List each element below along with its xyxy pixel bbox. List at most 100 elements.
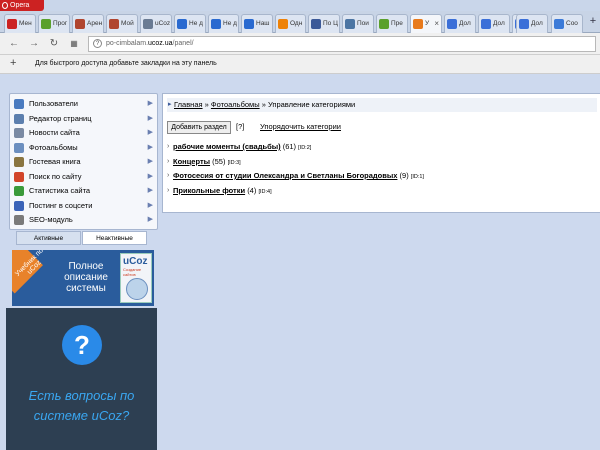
browser-tab[interactable]: Наш [241, 14, 273, 33]
u-icon [211, 19, 221, 29]
ucoz-icon [143, 19, 153, 29]
tab-active-modules[interactable]: Активные [16, 231, 81, 245]
sidebar-item-label: Постинг в соцсети [29, 200, 93, 210]
sidebar-item-label: Поиск по сайту [29, 171, 82, 181]
question-icon: ? [62, 325, 102, 365]
browser-tab-label: Одн [290, 20, 303, 27]
browser-tab[interactable]: Дол [516, 14, 548, 33]
opera-menu-label: Opera [10, 2, 30, 9]
url-path: /panel/ [172, 40, 194, 47]
u-icon [413, 19, 423, 29]
close-tab-icon[interactable]: × [434, 15, 439, 33]
browser-tab[interactable]: Дол [478, 14, 510, 33]
browser-tab[interactable]: Одн [275, 14, 306, 33]
browser-tab-label: Пре [391, 20, 403, 27]
sidebar-item[interactable]: Редактор страниц ▶ [14, 112, 155, 126]
browser-tab[interactable]: Не д [174, 14, 206, 33]
bullet-icon: › [167, 186, 170, 194]
sidebar-item[interactable]: Пользователи ▶ [14, 97, 155, 111]
browser-tab-label: Соо [566, 20, 578, 27]
browser-tab-label: Дол [493, 20, 505, 27]
diamond-icon [481, 19, 491, 29]
facebook-icon [311, 19, 321, 29]
u-icon [244, 19, 254, 29]
add-bookmark-icon[interactable]: + [10, 57, 16, 69]
forward-button[interactable]: → [28, 37, 40, 50]
sidebar-item[interactable]: Поиск по сайту ▶ [14, 170, 155, 184]
url-host: po-cimbalam. [106, 40, 149, 47]
bullet-icon: › [167, 172, 170, 179]
browser-tab[interactable]: Дол [444, 14, 476, 33]
sidebar-item[interactable]: Новости сайта ▶ [14, 126, 155, 140]
share-icon [14, 200, 24, 211]
browser-tab[interactable]: Мен [4, 14, 36, 33]
browser-tab[interactable]: По Ц [308, 14, 340, 33]
browser-tab-label: Пои [357, 20, 369, 27]
sidebar-item-label: Статистика сайта [29, 186, 91, 195]
chevron-right-icon: ▶ [147, 201, 153, 209]
diamond-icon [447, 19, 457, 29]
help-link[interactable]: [?] [236, 122, 244, 131]
sidebar-item[interactable]: Фотоальбомы ▶ [14, 141, 155, 155]
opera-menu-button[interactable]: Opera [0, 0, 44, 11]
browser-tab[interactable]: Пои [342, 14, 374, 33]
seo-icon [14, 215, 24, 225]
category-link[interactable]: Прикольные фотки [173, 186, 245, 195]
browser-tab[interactable]: Не д [208, 14, 239, 33]
opera-icon [7, 19, 17, 29]
category-row: › Фотосесия от студии Олександра и Светла… [167, 170, 424, 182]
browser-tab[interactable]: Мой [106, 14, 138, 33]
sidebar-item-label: Пользователи [29, 99, 78, 108]
browser-tab-label: Наш [256, 20, 270, 27]
sort-categories-link[interactable]: Упорядочить категории [260, 122, 341, 131]
add-section-button[interactable]: Добавить раздел [167, 121, 231, 134]
promo-box-caption: Создание сайтов [123, 267, 142, 277]
category-id: [ID:2] [298, 145, 312, 151]
browser-tab[interactable]: Соо [551, 14, 583, 33]
browser-tab[interactable]: uCoz [140, 14, 172, 33]
page-editor-icon [14, 113, 24, 124]
chevron-right-icon: ▶ [147, 114, 153, 122]
opera-logo-icon [2, 2, 8, 9]
help-banner[interactable]: ? Есть вопросы по системе uCoz? [6, 308, 157, 450]
site-info-icon[interactable]: ? [93, 39, 102, 48]
sidebar-item[interactable]: SEO-модуль ▶ [14, 213, 155, 227]
browser-tab-label: Мен [19, 20, 32, 27]
breadcrumb-photoalbums-link[interactable]: Фотоальбомы [211, 100, 260, 109]
address-toolbar: ← → ↻ ▦ ? po-cimbalam.ucoz.ua/panel/ [0, 33, 600, 55]
browser-tab-label: Дол [459, 20, 471, 27]
sidebar-item-label: Новости сайта [29, 128, 80, 137]
category-row: › Концерты (55) [ID:3] [167, 156, 241, 168]
main-panel: ▸ Главная » Фотоальбомы » Управление кат… [162, 93, 600, 213]
bullet-icon: › [167, 157, 170, 165]
sidebar-item[interactable]: Статистика сайта ▶ [14, 184, 155, 198]
tab-inactive-modules[interactable]: Неактивные [82, 231, 147, 245]
new-tab-button[interactable]: + [587, 15, 599, 27]
promo-banner[interactable]: Учебник по uCoz Полное описание системы … [12, 250, 154, 306]
chevron-right-icon: ▶ [147, 100, 153, 107]
back-button[interactable]: ← [8, 37, 20, 50]
category-row: › Прикольные фотки (4) [ID:4] [167, 185, 272, 197]
guestbook-icon [14, 157, 24, 167]
category-link[interactable]: Фотосесия от студии Олександра и Светлан… [173, 171, 397, 180]
sidebar-item-label: SEO-модуль [29, 215, 73, 224]
category-link[interactable]: Концерты [173, 157, 210, 166]
category-count: (9) [399, 171, 409, 180]
sidebar-item[interactable]: Гостевая книга ▶ [14, 155, 155, 169]
browser-tab[interactable]: Пре [376, 14, 408, 33]
browser-tab-label: uCoz [155, 20, 171, 27]
reload-button[interactable]: ↻ [48, 37, 60, 50]
browser-tab[interactable]: У × [410, 14, 442, 34]
category-link[interactable]: рабочие моменты (свадьбы) [173, 142, 281, 151]
odnoklassniki-icon [278, 19, 288, 29]
ova-icon [75, 19, 85, 29]
tab-bar: Мен Прог Арен Мой uCoz Не д Не д Наш Одн По Ц Пои П… [0, 11, 600, 34]
bookmarks-hint: Для быстрого доступа добавьте закладки н… [35, 60, 217, 67]
address-field[interactable]: ? po-cimbalam.ucoz.ua/panel/ [88, 36, 596, 52]
browser-tab-label: Мой [121, 20, 134, 27]
breadcrumb-home-link[interactable]: Главная [174, 100, 203, 109]
browser-tab[interactable]: Прог [38, 14, 70, 33]
sidebar-item[interactable]: Постинг в соцсети ▶ [14, 199, 155, 213]
browser-tab[interactable]: Арен [72, 14, 104, 33]
speed-dial-icon[interactable]: ▦ [68, 37, 80, 50]
